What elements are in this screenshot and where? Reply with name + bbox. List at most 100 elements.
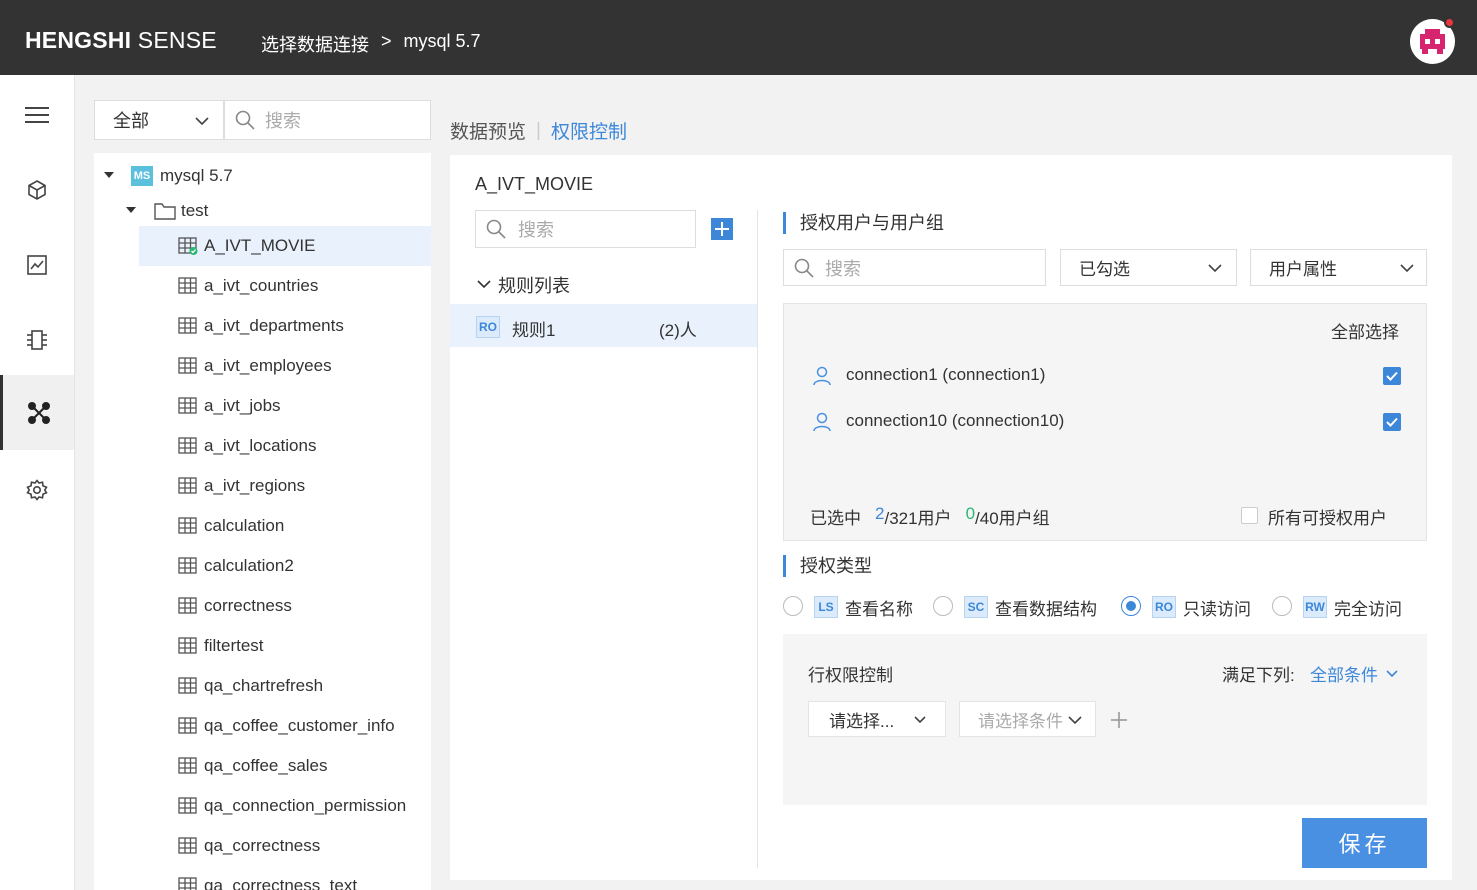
tree-table-item[interactable]: calculation2 [94,546,431,586]
checked-filter-select[interactable]: 已勾选 [1060,249,1237,286]
table-title: A_IVT_MOVIE [475,174,594,194]
table-name: a_ivt_locations [204,436,317,455]
menu-toggle-button[interactable] [0,77,74,152]
chevron-down-icon [477,280,491,289]
add-rule-button[interactable] [711,218,733,240]
add-condition-icon[interactable] [1110,711,1128,729]
auth-type-radio[interactable] [933,596,953,616]
user-icon [813,412,831,432]
table-icon [178,677,197,694]
rule-list-title: 规则列表 [498,276,570,296]
chevron-down-icon [1400,264,1414,273]
tab-data-preview[interactable]: 数据预览 [450,117,526,144]
user-attribute-select[interactable]: 用户属性 [1250,249,1427,286]
folder-label: test [181,201,209,220]
table-name: calculation2 [204,556,294,575]
chevron-down-icon [1208,264,1222,273]
table-icon [178,837,197,854]
cube-icon [28,179,46,200]
tree-table-item[interactable]: A_IVT_MOVIE [139,226,431,266]
left-nav [0,75,75,890]
auth-type-badge-icon: LS [814,596,838,618]
chevron-down-icon [1386,669,1398,677]
rule-member-count: (2)人 [659,321,697,340]
auth-type-radio[interactable] [1121,596,1141,616]
top-bar: HENGSHI SENSE 选择数据连接 > mysql 5.7 [0,0,1477,75]
table-icon [178,277,197,294]
tree-table-item[interactable]: a_ivt_employees [94,346,431,386]
user-checkbox[interactable] [1383,413,1401,431]
table-icon [178,717,197,734]
chip-icon [27,329,47,350]
table-name: a_ivt_departments [204,316,344,335]
tree-search-input[interactable]: 搜索 [224,100,431,140]
auth-type-radio[interactable] [1272,596,1292,616]
user-row[interactable]: connection1 (connection1) [784,360,1426,390]
rule-list-header[interactable]: 规则列表 [476,272,570,298]
auth-type-option[interactable]: SC 查看数据结构 [933,593,1113,619]
caret-down-icon[interactable] [104,172,114,180]
breadcrumb-select-connection[interactable]: 选择数据连接 [261,31,369,57]
nav-datasets[interactable] [0,152,74,227]
tree-table-item[interactable]: qa_coffee_customer_info [94,706,431,746]
rule-name: 规则1 [512,321,556,340]
caret-down-icon[interactable] [126,207,136,215]
select-all-link[interactable]: 全部选择 [1331,318,1399,343]
tree-table-item[interactable]: a_ivt_jobs [94,386,431,426]
tree-folder-node[interactable]: test [94,191,431,231]
groups-total: /40用户组 [975,509,1050,528]
condition-select[interactable]: 请选择条件 [959,701,1096,737]
auth-type-badge-icon: RO [1152,596,1176,618]
plus-icon [715,222,729,236]
rule-search-input[interactable]: 搜索 [475,210,696,248]
tree-table-item[interactable]: a_ivt_regions [94,466,431,506]
search-icon [235,110,255,130]
user-row[interactable]: connection10 (connection10) [784,406,1426,436]
table-name: qa_correctness_text [204,876,358,890]
tree-connection-node[interactable]: MS mysql 5.7 [94,156,431,196]
auth-type-section-title: 授权类型 [783,555,872,577]
table-name: a_ivt_regions [204,476,306,495]
tree-table-item[interactable]: correctness [94,586,431,626]
tree-table-item[interactable]: qa_correctness [94,826,431,866]
chevron-down-icon [1068,716,1082,724]
tree-table-item[interactable]: a_ivt_departments [94,306,431,346]
hamburger-icon [25,106,49,123]
tree-table-item[interactable]: qa_chartrefresh [94,666,431,706]
tree-table-item[interactable]: a_ivt_locations [94,426,431,466]
user-search-input[interactable]: 搜索 [783,249,1046,286]
type-filter-select[interactable]: 全部 [94,100,224,140]
tree-table-item[interactable]: qa_correctness_text [94,866,431,890]
rule-item[interactable]: RO 规则1 (2)人 [450,304,757,347]
field-select[interactable]: 请选择... [808,701,946,737]
search-icon [794,258,814,278]
tab-permission-control[interactable]: 权限控制 [551,117,627,144]
tab-separator: | [536,119,541,141]
auth-type-label: 查看名称 [845,600,913,619]
gear-icon [26,478,48,501]
match-mode-select[interactable]: 全部条件 [1310,661,1398,686]
tree-table-item[interactable]: calculation [94,506,431,546]
auth-type-radio[interactable] [783,596,803,616]
main-tabs: 数据预览 | 权限控制 [450,117,627,144]
brand-logo[interactable]: HENGSHI SENSE [25,27,217,54]
tree-table-item[interactable]: qa_connection_permission [94,786,431,826]
tree-table-item[interactable]: filtertest [94,626,431,666]
readonly-badge-icon: RO [476,316,500,338]
search-icon [486,219,506,239]
user-checkbox[interactable] [1383,367,1401,385]
all-users-checkbox[interactable] [1241,507,1258,524]
nav-data-connections[interactable] [0,375,74,450]
tree-table-item[interactable]: qa_coffee_sales [94,746,431,786]
save-button[interactable]: 保存 [1302,818,1427,868]
nav-data-flow[interactable] [0,302,74,377]
auth-type-badge-icon: RW [1303,596,1327,618]
connection-label: mysql 5.7 [160,166,233,185]
tree-table-item[interactable]: a_ivt_countries [94,266,431,306]
user-search-placeholder: 搜索 [825,258,861,279]
table-icon [178,597,197,614]
nav-settings[interactable] [0,452,74,527]
grant-users-section-title: 授权用户与用户组 [783,212,944,234]
nav-analysis[interactable] [0,227,74,302]
auth-type-option[interactable]: RW 完全访问 [1272,593,1452,619]
